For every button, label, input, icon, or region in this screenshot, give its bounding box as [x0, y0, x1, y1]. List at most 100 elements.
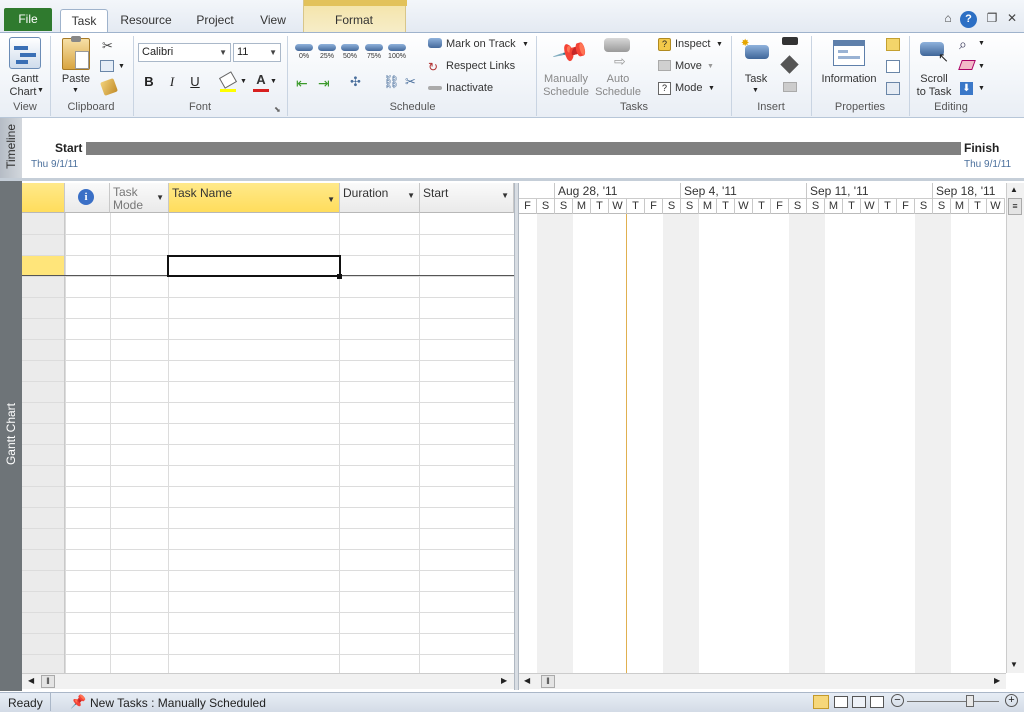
- column-header-task-mode[interactable]: Task Mode ▼: [110, 183, 169, 213]
- pct-50-button[interactable]: 50%: [340, 44, 360, 68]
- zoom-slider-track[interactable]: [907, 701, 999, 702]
- timeline-splitter[interactable]: [0, 178, 1024, 181]
- insert-task-label[interactable]: Task: [738, 73, 774, 86]
- scroll-to-task-label[interactable]: Scroll: [912, 73, 956, 86]
- mode-icon[interactable]: ?: [658, 82, 671, 95]
- deliverable-icon[interactable]: [783, 82, 797, 92]
- inspect-button[interactable]: Inspect: [675, 38, 710, 50]
- gantt-chart-dropdown-icon[interactable]: ▼: [37, 87, 44, 94]
- copy-icon[interactable]: [100, 60, 114, 72]
- italic-button[interactable]: I: [163, 73, 181, 91]
- copy-dropdown-icon[interactable]: ▼: [118, 63, 125, 70]
- outdent-icon[interactable]: ⇤: [296, 75, 308, 92]
- scroll-to-task-label-2[interactable]: to Task: [912, 86, 956, 99]
- unlink-tasks-icon[interactable]: ✂: [405, 74, 416, 90]
- mode-dropdown-icon[interactable]: ▼: [708, 85, 715, 92]
- grid-scroll-thumb[interactable]: ‖: [41, 675, 55, 688]
- inactivate-button[interactable]: Inactivate: [446, 82, 493, 94]
- move-button[interactable]: Move: [675, 60, 702, 72]
- paste-dropdown-icon[interactable]: ▼: [72, 87, 79, 94]
- zoom-in-icon[interactable]: +: [1005, 694, 1018, 707]
- tab-format[interactable]: Format: [324, 9, 384, 32]
- mark-on-track-button[interactable]: Mark on Track: [446, 38, 516, 50]
- chart-scroll-thumb[interactable]: ‖: [541, 675, 555, 688]
- respect-links-button[interactable]: Respect Links: [446, 60, 515, 72]
- column-header-indicators[interactable]: i: [65, 183, 110, 213]
- scroll-left-icon[interactable]: ◀: [28, 676, 34, 685]
- chart-horizontal-scrollbar[interactable]: [519, 673, 1006, 689]
- mark-on-track-dropdown-icon[interactable]: ▼: [522, 41, 529, 48]
- timeline-side-bar[interactable]: Timeline: [0, 118, 22, 178]
- insert-task-dropdown-icon[interactable]: ▼: [752, 87, 759, 94]
- vertical-scroll-thumb[interactable]: ≡: [1008, 198, 1022, 215]
- vertical-scrollbar[interactable]: [1006, 183, 1024, 673]
- resource-sheet-view-icon[interactable]: [870, 696, 884, 708]
- tab-file[interactable]: File: [4, 8, 52, 31]
- information-icon[interactable]: [833, 40, 865, 66]
- grid-horizontal-scrollbar[interactable]: [22, 673, 514, 689]
- zoom-out-icon[interactable]: −: [891, 694, 904, 707]
- gantt-view-shortcut-icon[interactable]: [813, 695, 829, 709]
- ribbon-minimize-icon[interactable]: ⌂: [940, 10, 956, 26]
- fill-handle[interactable]: [337, 274, 342, 279]
- gantt-chart-button-label[interactable]: Gantt: [2, 73, 48, 86]
- new-tasks-mode[interactable]: New Tasks : Manually Scheduled: [90, 696, 266, 710]
- chevron-down-icon[interactable]: ▼: [501, 191, 509, 200]
- inspect-dropdown-icon[interactable]: ▼: [716, 41, 723, 48]
- add-to-timeline-icon[interactable]: [886, 82, 900, 95]
- pct-0-button[interactable]: 0%: [294, 44, 314, 68]
- chevron-down-icon[interactable]: ▼: [156, 191, 164, 204]
- font-size-combo[interactable]: 11 ▼: [233, 43, 281, 62]
- pct-75-button[interactable]: 75%: [364, 44, 384, 68]
- mark-on-track-icon[interactable]: [428, 38, 442, 48]
- chevron-down-icon[interactable]: ▼: [269, 44, 277, 61]
- manually-schedule-label[interactable]: Manually: [538, 73, 594, 86]
- window-restore-icon[interactable]: ❐: [984, 10, 1000, 26]
- tab-resource[interactable]: Resource: [114, 9, 178, 32]
- details-icon[interactable]: [886, 60, 900, 73]
- zoom-slider-thumb[interactable]: [966, 695, 974, 707]
- column-header-duration[interactable]: Duration ▼: [340, 183, 420, 213]
- notes-icon[interactable]: [886, 38, 900, 51]
- column-header-start[interactable]: Start ▼: [420, 183, 514, 213]
- inspect-icon[interactable]: ?: [658, 38, 671, 51]
- find-dropdown-icon[interactable]: ▼: [978, 40, 985, 47]
- find-binoculars-icon[interactable]: ⌕: [959, 36, 967, 53]
- font-dialog-launcher-icon[interactable]: ⬊: [274, 105, 281, 114]
- scroll-down-icon[interactable]: ▼: [1010, 660, 1018, 669]
- move-dropdown-icon[interactable]: ▼: [707, 63, 714, 70]
- font-color-dropdown-icon[interactable]: ▼: [270, 78, 277, 85]
- font-family-combo[interactable]: Calibri ▼: [138, 43, 231, 62]
- column-header-task-name[interactable]: Task Name ▼: [169, 183, 340, 213]
- paste-button-label[interactable]: Paste: [58, 73, 94, 86]
- scroll-left-icon[interactable]: ◀: [524, 676, 530, 685]
- timeline-bar[interactable]: [86, 142, 961, 155]
- chevron-down-icon[interactable]: ▼: [219, 44, 227, 61]
- chevron-down-icon[interactable]: ▼: [327, 195, 335, 204]
- auto-schedule-icon[interactable]: [604, 38, 630, 52]
- scroll-up-icon[interactable]: ▲: [1010, 185, 1018, 194]
- auto-schedule-label-2[interactable]: Schedule: [592, 86, 644, 99]
- clear-dropdown-icon[interactable]: ▼: [978, 63, 985, 70]
- summary-icon[interactable]: [782, 37, 798, 45]
- information-button-label[interactable]: Information: [816, 73, 882, 86]
- fill-dropdown-icon[interactable]: ▼: [978, 85, 985, 92]
- task-usage-view-icon[interactable]: [834, 696, 848, 708]
- tab-task[interactable]: Task: [60, 9, 108, 32]
- bold-button[interactable]: B: [140, 73, 158, 91]
- gantt-chart-icon[interactable]: [9, 37, 41, 69]
- active-cell-task-name[interactable]: [167, 255, 341, 277]
- cut-icon[interactable]: ✂: [102, 38, 113, 54]
- pct-25-button[interactable]: 25%: [317, 44, 337, 68]
- scroll-right-icon[interactable]: ▶: [501, 676, 507, 685]
- tab-project[interactable]: Project: [188, 9, 242, 32]
- split-task-icon[interactable]: ✣: [350, 74, 361, 90]
- font-color-button[interactable]: A: [252, 71, 270, 89]
- paste-icon[interactable]: [62, 36, 90, 70]
- fill-down-icon[interactable]: ⬇: [960, 82, 973, 95]
- view-bar[interactable]: Gantt Chart: [0, 181, 22, 691]
- respect-links-icon[interactable]: ↻: [428, 60, 438, 74]
- underline-button[interactable]: U: [186, 73, 204, 91]
- auto-schedule-label[interactable]: Auto: [592, 73, 644, 86]
- pct-100-button[interactable]: 100%: [387, 44, 407, 68]
